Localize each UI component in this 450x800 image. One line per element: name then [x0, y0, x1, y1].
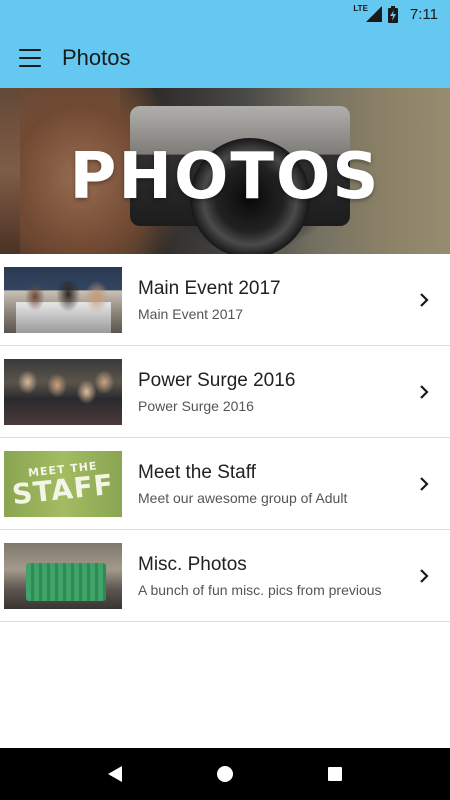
battery-charging-icon: [387, 5, 398, 23]
recents-button[interactable]: [310, 754, 360, 794]
album-list: Main Event 2017 Main Event 2017 Power Su…: [0, 254, 450, 622]
back-button[interactable]: [90, 754, 140, 794]
app-bar: Photos: [0, 28, 450, 88]
hero-title: PHOTOS: [69, 140, 381, 214]
album-title: Main Event 2017: [138, 277, 281, 299]
list-item[interactable]: Main Event 2017 Main Event 2017: [0, 254, 450, 346]
hamburger-menu-icon: [19, 49, 41, 67]
album-subtitle: A bunch of fun misc. pics from previous: [138, 581, 382, 598]
thumbnail-text-line2: STAFF: [10, 467, 116, 512]
album-thumbnail: MEET THE STAFF: [4, 450, 122, 517]
signal-icon: [365, 6, 382, 22]
album-subtitle: Main Event 2017: [138, 305, 244, 322]
album-thumbnail: [4, 358, 122, 425]
list-item[interactable]: Misc. Photos A bunch of fun misc. pics f…: [0, 530, 450, 622]
page-title: Photos: [62, 45, 131, 70]
chevron-right-icon: [404, 280, 444, 320]
album-title: Meet the Staff: [138, 461, 256, 483]
chevron-right-icon: [404, 372, 444, 412]
album-title: Misc. Photos: [138, 553, 247, 575]
list-item[interactable]: Power Surge 2016 Power Surge 2016: [0, 346, 450, 438]
back-icon: [108, 766, 122, 782]
chevron-right-icon: [404, 464, 444, 504]
chevron-right-icon: [404, 556, 444, 596]
home-button[interactable]: [200, 754, 250, 794]
system-nav-bar: [0, 748, 450, 800]
home-icon: [217, 766, 233, 782]
album-subtitle: Meet our awesome group of Adult: [138, 489, 348, 506]
album-title: Power Surge 2016: [138, 369, 296, 391]
list-item[interactable]: MEET THE STAFF Meet the Staff Meet our a…: [0, 438, 450, 530]
status-bar: LTE 7:11: [0, 0, 450, 28]
album-thumbnail: [4, 542, 122, 609]
album-thumbnail: [4, 266, 122, 333]
network-type-label: LTE: [353, 3, 368, 13]
menu-button[interactable]: [0, 28, 60, 88]
recents-icon: [328, 767, 342, 781]
album-subtitle: Power Surge 2016: [138, 397, 254, 414]
clock: 7:11: [409, 5, 438, 23]
hero-banner: PHOTOS: [0, 88, 450, 254]
